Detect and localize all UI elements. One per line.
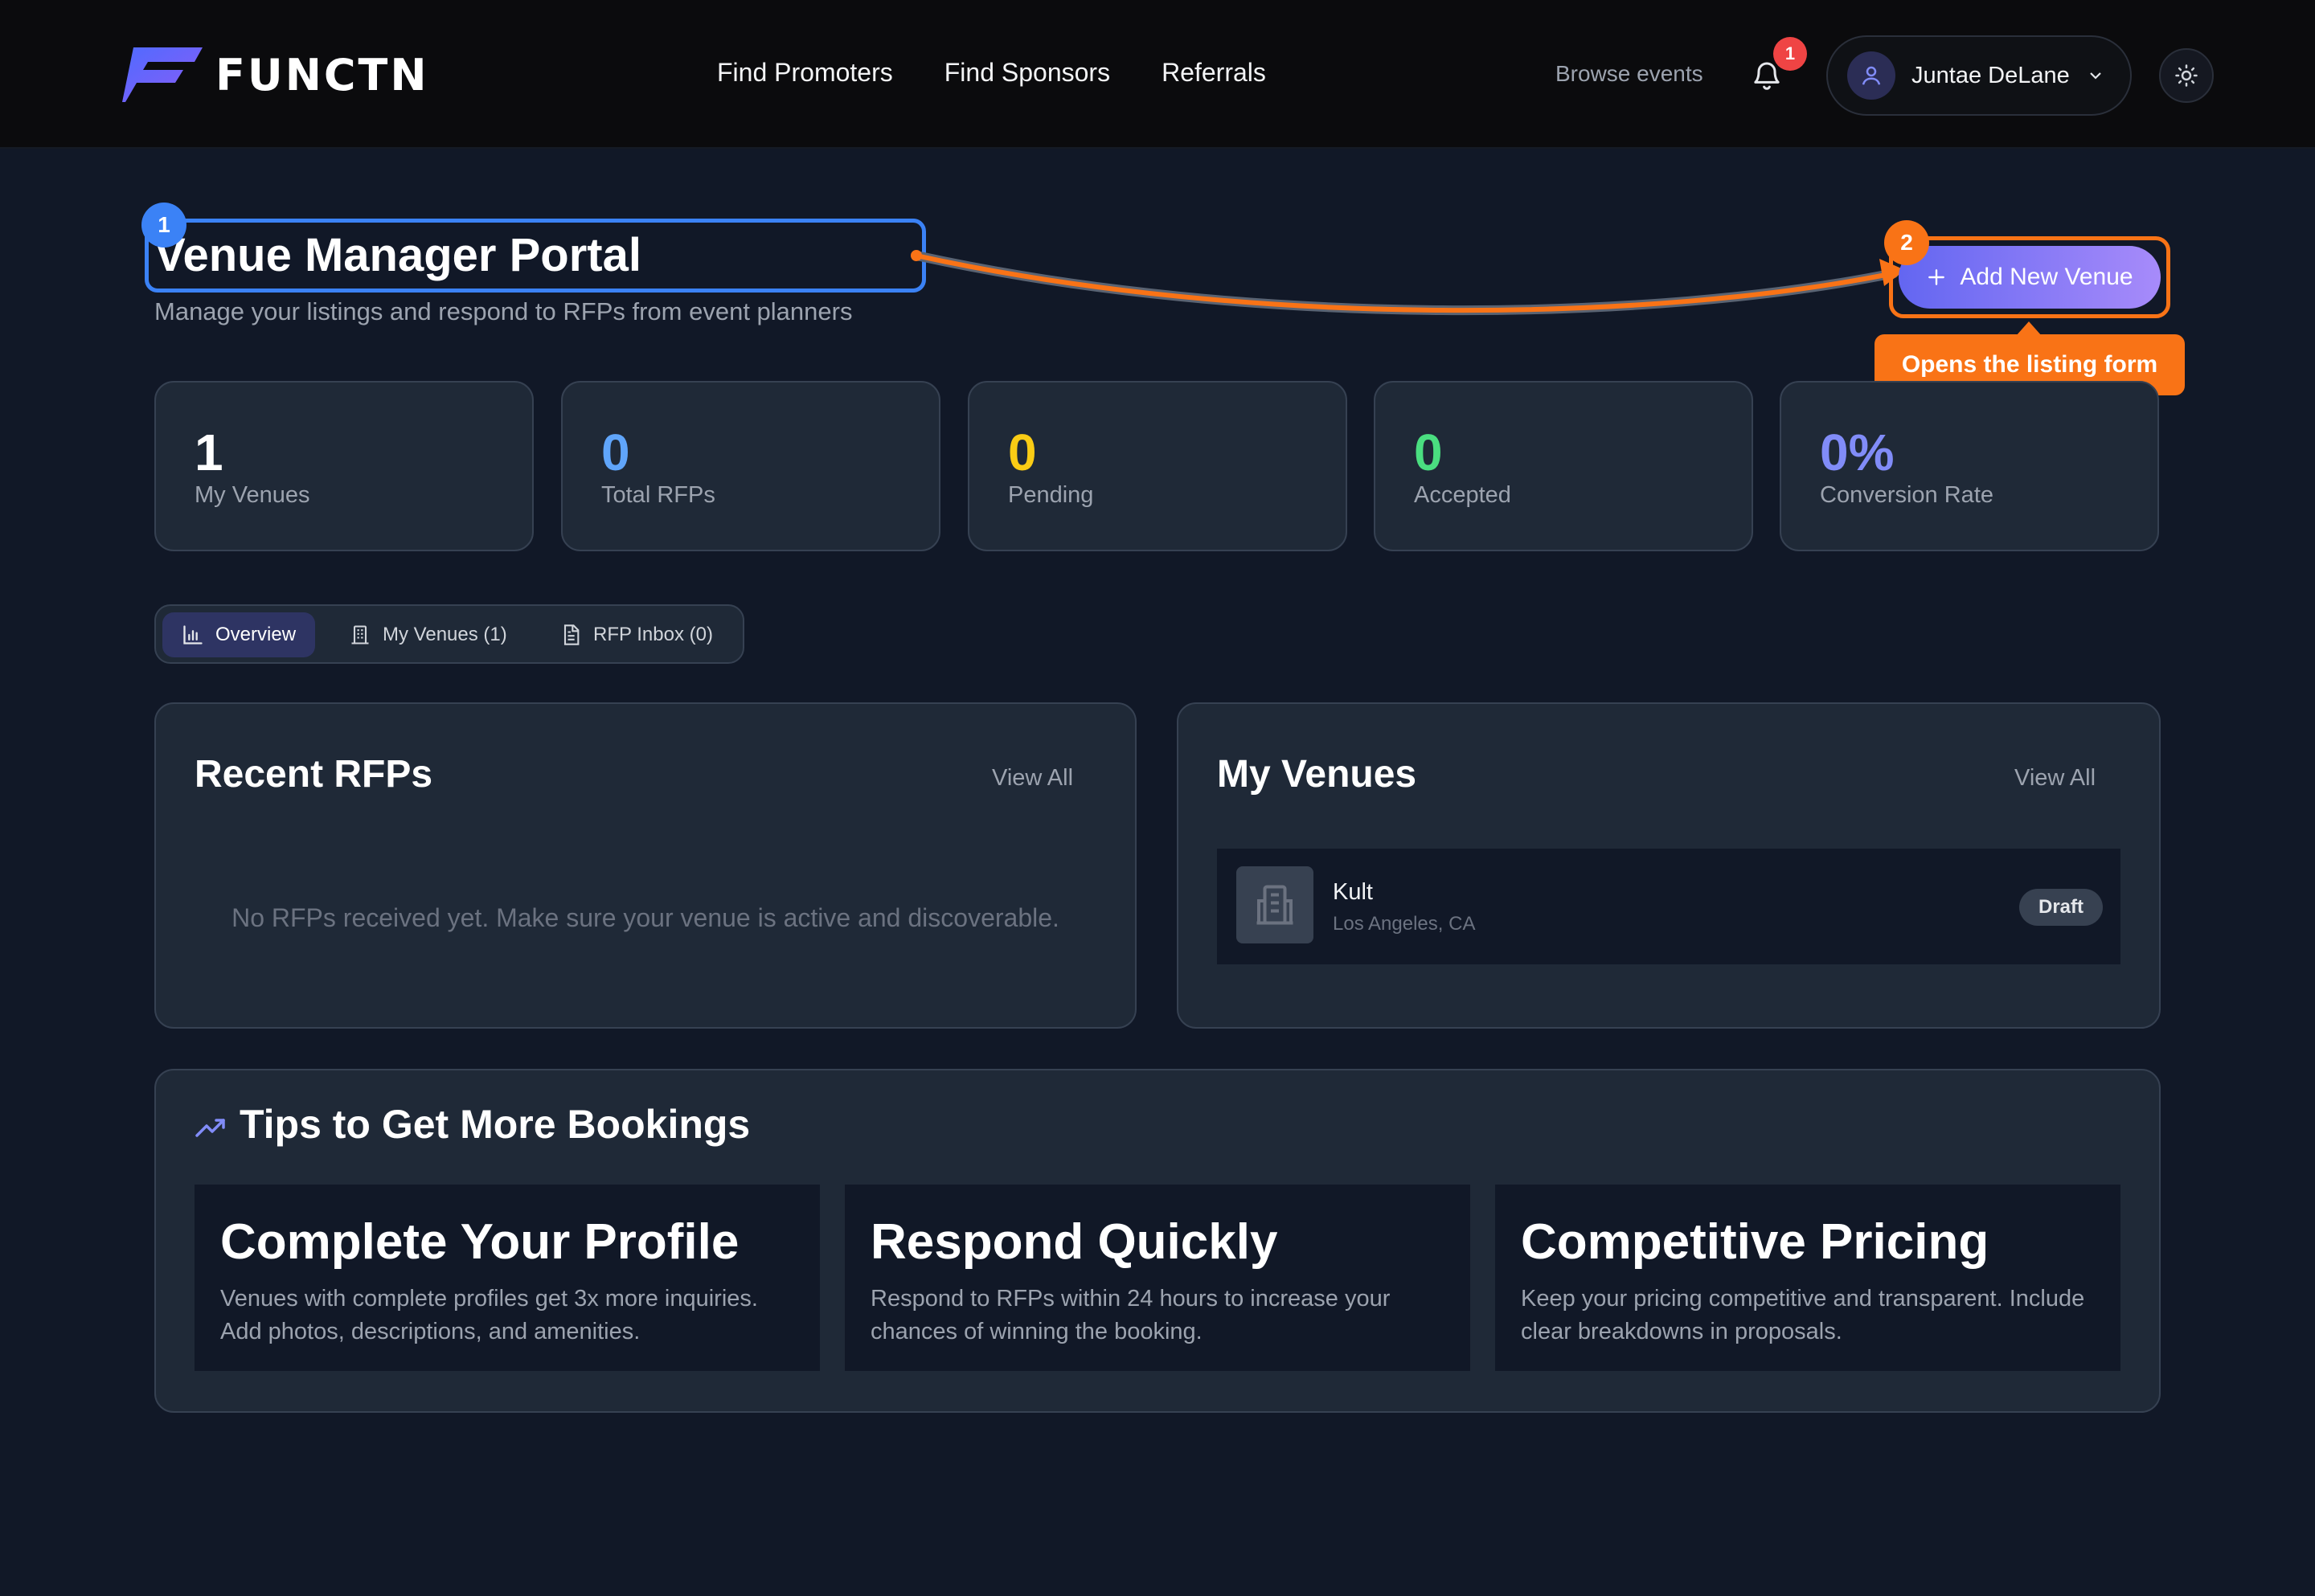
- tab-overview[interactable]: Overview: [162, 612, 316, 657]
- tab-rfp-inbox[interactable]: RFP Inbox (0): [540, 612, 732, 657]
- title-highlight-box: [145, 219, 926, 293]
- brand-logo[interactable]: FUNCTN: [122, 45, 429, 104]
- stat-value: 0: [1414, 424, 1443, 481]
- stat-card-total-rfps: 0 Total RFPs: [561, 381, 940, 551]
- annotation-step-2: 2: [1884, 220, 1929, 265]
- top-navbar: FUNCTN Find Promoters Find Sponsors Refe…: [0, 0, 2315, 149]
- recent-rfps-title: Recent RFPs: [195, 753, 433, 796]
- stat-card-accepted: 0 Accepted: [1374, 381, 1753, 551]
- tip-description: Respond to RFPs within 24 hours to incre…: [871, 1286, 1391, 1344]
- tab-label: My Venues (1): [383, 624, 507, 645]
- venue-name: Kult: [1333, 879, 1373, 905]
- status-badge: Draft: [2019, 889, 2103, 926]
- tip-card-competitive-pricing: Competitive Pricing Keep your pricing co…: [1495, 1185, 2120, 1371]
- user-name: Juntae DeLane: [1911, 62, 2070, 88]
- brand-name: FUNCTN: [215, 49, 429, 100]
- nav-referrals[interactable]: Referrals: [1162, 58, 1266, 88]
- tip-title: Complete Your Profile: [220, 1214, 740, 1270]
- venue-list-item[interactable]: Kult Los Angeles, CA Draft: [1217, 849, 2120, 964]
- main-nav: Find Promoters Find Sponsors Referrals: [717, 58, 1266, 88]
- recent-rfps-panel: Recent RFPs: [154, 702, 1137, 1029]
- add-new-venue-label: Add New Venue: [1960, 264, 2133, 290]
- my-venues-title: My Venues: [1217, 753, 1417, 796]
- stat-value: 1: [195, 424, 223, 481]
- tip-card-respond-quickly: Respond Quickly Respond to RFPs within 2…: [845, 1185, 1470, 1371]
- nav-find-sponsors[interactable]: Find Sponsors: [944, 58, 1110, 88]
- stat-label: Pending: [1008, 482, 1094, 508]
- tip-card-complete-profile: Complete Your Profile Venues with comple…: [195, 1185, 820, 1371]
- tips-title: Tips to Get More Bookings: [240, 1102, 751, 1147]
- functn-logo-icon: [122, 47, 203, 102]
- annotation-step-1: 1: [141, 203, 186, 248]
- tab-label: Overview: [215, 624, 297, 645]
- page-subtitle: Manage your listings and respond to RFPs…: [154, 297, 853, 325]
- stat-value: 0%: [1820, 424, 1895, 481]
- document-icon: [563, 624, 580, 645]
- user-menu-button[interactable]: Juntae DeLane: [1826, 35, 2132, 116]
- trending-up-icon: [195, 1119, 225, 1137]
- building-icon: [1256, 885, 1293, 925]
- tip-title: Respond Quickly: [871, 1214, 1278, 1270]
- browse-events-link[interactable]: Browse events: [1555, 61, 1703, 87]
- tip-description: Keep your pricing competitive and transp…: [1521, 1286, 2085, 1344]
- chevron-down-icon: [2089, 72, 2101, 80]
- tab-label: RFP Inbox (0): [593, 624, 713, 645]
- no-rfps-message: No RFPs received yet. Make sure your ven…: [232, 903, 1059, 932]
- stat-card-pending: 0 Pending: [968, 381, 1347, 551]
- building-icon: [351, 625, 369, 645]
- stat-value: 0: [1008, 424, 1037, 481]
- user-icon: [1862, 66, 1881, 85]
- venue-thumbnail: [1236, 866, 1313, 943]
- theme-toggle-button[interactable]: [2159, 48, 2214, 103]
- plus-icon: [1928, 269, 1945, 285]
- stat-card-my-venues: 1 My Venues: [154, 381, 534, 551]
- bar-chart-icon: [183, 625, 203, 645]
- tip-title: Competitive Pricing: [1521, 1214, 1989, 1270]
- stat-label: Accepted: [1414, 482, 1511, 508]
- tip-description: Venues with complete profiles get 3x mor…: [220, 1286, 758, 1344]
- notification-count-badge: 1: [1773, 37, 1807, 71]
- stat-label: My Venues: [195, 482, 310, 508]
- add-new-venue-button[interactable]: Add New Venue: [1899, 246, 2161, 309]
- recent-rfps-view-all-link[interactable]: View All: [992, 765, 1073, 792]
- sun-icon: [2175, 64, 2198, 87]
- stat-label: Total RFPs: [601, 482, 715, 508]
- avatar: [1847, 51, 1895, 100]
- stat-label: Conversion Rate: [1820, 482, 1993, 508]
- stat-value: 0: [601, 424, 630, 481]
- stat-card-conversion-rate: 0% Conversion Rate: [1780, 381, 2159, 551]
- my-venues-view-all-link[interactable]: View All: [2014, 765, 2096, 792]
- dashboard-tabs: Overview My Venues (1) RFP Inbox (0): [154, 604, 744, 664]
- nav-find-promoters[interactable]: Find Promoters: [717, 58, 893, 88]
- tab-my-venues[interactable]: My Venues (1): [330, 612, 527, 657]
- venue-location: Los Angeles, CA: [1333, 913, 1476, 935]
